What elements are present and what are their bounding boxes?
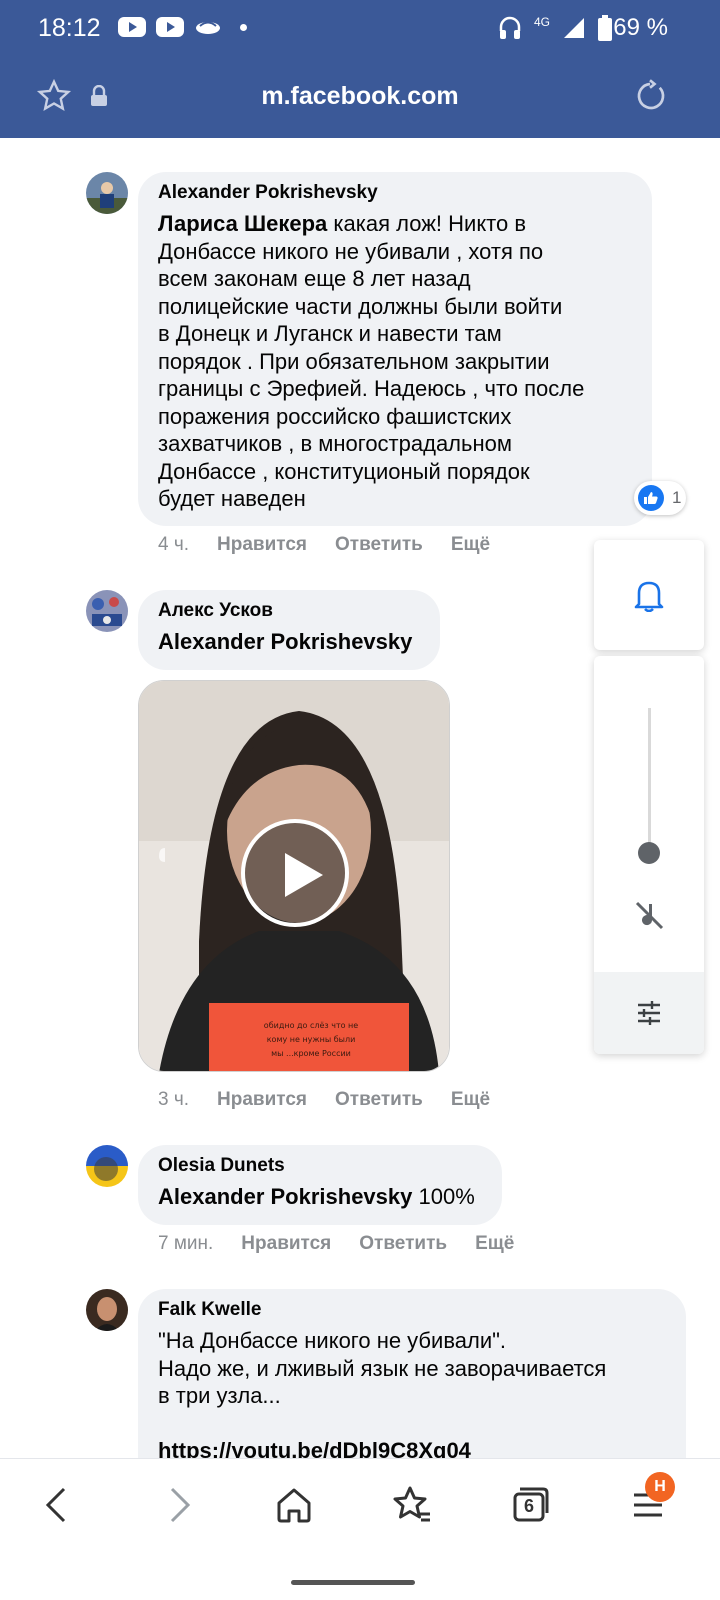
more-button[interactable]: Ещё	[475, 1233, 514, 1255]
avatar[interactable]	[86, 1289, 128, 1331]
browser-url-bar: m.facebook.com	[0, 58, 720, 138]
sliders-icon[interactable]	[636, 1000, 662, 1026]
more-notifications-dot	[240, 23, 247, 31]
volume-handle[interactable]	[638, 842, 660, 864]
bell-icon[interactable]	[634, 578, 664, 612]
comment-author[interactable]: Falk Kwelle	[158, 1299, 666, 1321]
headphones-icon	[499, 16, 521, 39]
avatar[interactable]	[86, 172, 128, 214]
menu-badge: H	[645, 1472, 675, 1502]
bookmarks-icon[interactable]	[388, 1481, 436, 1529]
comment-time[interactable]: 3 ч.	[158, 1089, 189, 1111]
battery-percent: 69 %	[613, 14, 668, 41]
sound-settings-area[interactable]	[594, 972, 704, 1054]
media-mute-icon[interactable]	[632, 898, 666, 932]
comment-text: Лариса Шекера какая лож! Никто в Донбасс…	[158, 211, 585, 511]
signal-icon	[564, 18, 585, 38]
mention[interactable]: Alexander Pokrishevsky	[158, 629, 412, 654]
svg-text:мы ...кроме России: мы ...кроме России	[271, 1049, 351, 1058]
comment-text: Alexander Pokrishevsky 100%	[158, 1184, 475, 1209]
video-attachment[interactable]: обидно до слёз что не кому не нужны были…	[138, 680, 450, 1072]
youtube-icon	[156, 17, 184, 37]
mention[interactable]: Лариса Шекера	[158, 211, 327, 236]
like-reaction-icon	[638, 485, 664, 511]
play-button[interactable]	[241, 819, 349, 927]
status-bar: 18:12 4G 69 %	[0, 0, 720, 58]
comment-actions: 3 ч. Нравится Ответить Ещё	[158, 1089, 490, 1111]
reply-button[interactable]: Ответить	[335, 1089, 423, 1111]
more-button[interactable]: Ещё	[451, 1089, 490, 1111]
network-type: 4G	[534, 15, 551, 29]
volume-slider-panel	[594, 656, 704, 1054]
comment-author[interactable]: Алекс Усков	[158, 600, 420, 622]
tab-count: 6	[523, 1496, 534, 1516]
avatar[interactable]	[86, 1145, 128, 1187]
volume-notification-panel	[594, 540, 704, 650]
comment-actions: 4 ч. Нравится Ответить Ещё	[158, 534, 490, 556]
forward-icon[interactable]	[154, 1481, 202, 1529]
home-icon[interactable]	[270, 1481, 318, 1529]
comment-actions: 7 мин. Нравится Ответить Ещё	[158, 1233, 514, 1255]
browser-bottom-nav: 6	[0, 1458, 720, 1600]
comment-author[interactable]: Alexander Pokrishevsky	[158, 182, 632, 204]
notification-icons	[118, 17, 247, 37]
comment-text: Alexander Pokrishevsky	[158, 628, 420, 656]
like-button[interactable]: Нравится	[241, 1233, 331, 1255]
reply-button[interactable]: Ответить	[335, 534, 423, 556]
app-notification-icon	[196, 21, 220, 34]
comment-bubble: Alexander Pokrishevsky Лариса Шекера как…	[138, 172, 652, 526]
back-icon[interactable]	[34, 1481, 82, 1529]
mention[interactable]: Alexander Pokrishevsky	[158, 1184, 412, 1209]
volume-track[interactable]	[648, 708, 651, 850]
comment-bubble: Olesia Dunets Alexander Pokrishevsky 100…	[138, 1145, 502, 1225]
like-button[interactable]: Нравится	[217, 534, 307, 556]
comment-time[interactable]: 4 ч.	[158, 534, 189, 556]
reaction-count: 1	[672, 488, 682, 507]
avatar[interactable]	[86, 590, 128, 632]
comment-bubble: Алекс Усков Alexander Pokrishevsky	[138, 590, 440, 670]
like-button[interactable]: Нравится	[217, 1089, 307, 1111]
status-time: 18:12	[38, 14, 101, 42]
reaction-badge[interactable]: 1	[634, 481, 686, 515]
more-button[interactable]: Ещё	[451, 534, 490, 556]
reload-icon[interactable]	[632, 78, 668, 114]
gesture-home-indicator[interactable]	[291, 1580, 415, 1585]
svg-text:кому не нужны были: кому не нужны были	[267, 1035, 356, 1044]
comment-text: "На Донбассе никого не убивали". Надо же…	[158, 1328, 607, 1463]
reply-button[interactable]: Ответить	[359, 1233, 447, 1255]
url-text[interactable]: m.facebook.com	[0, 82, 720, 111]
youtube-icon	[118, 17, 146, 37]
comment-author[interactable]: Olesia Dunets	[158, 1155, 482, 1177]
svg-text:обидно до слёз что не: обидно до слёз что не	[264, 1021, 358, 1030]
comment-time[interactable]: 7 мин.	[158, 1233, 213, 1255]
battery-icon	[598, 15, 613, 41]
tabs-button[interactable]: 6	[506, 1481, 554, 1529]
